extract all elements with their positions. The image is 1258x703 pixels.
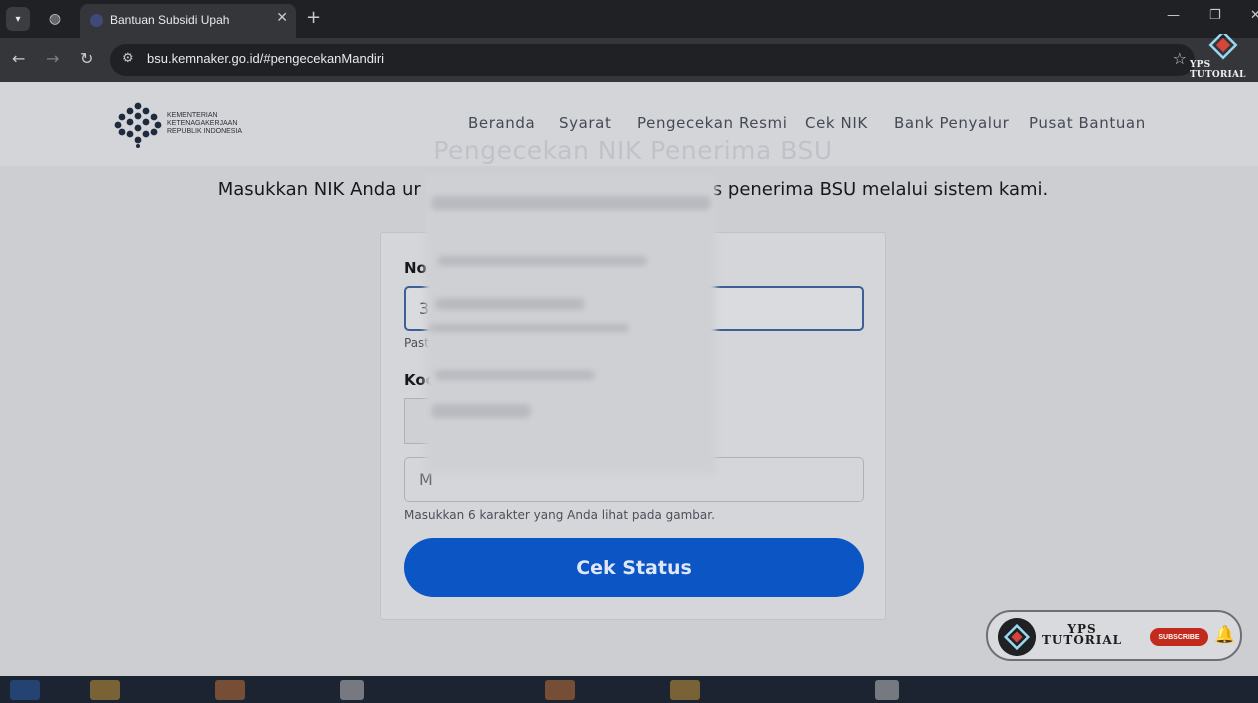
back-button[interactable]: ← — [12, 49, 25, 68]
logo-line-2: KETENAGAKERJAAN — [167, 120, 238, 127]
cek-status-button[interactable]: Cek Status — [404, 538, 864, 597]
taskbar-icon[interactable] — [10, 680, 40, 700]
captcha-hint: Masukkan 6 karakter yang Anda lihat pada… — [404, 508, 715, 522]
nav-beranda[interactable]: Beranda — [468, 114, 535, 132]
page-title: Pengecekan NIK Penerima BSU — [433, 136, 833, 165]
yps-subscribe-badge[interactable]: YPS TUTORIAL SUBSCRIBE 🔔 — [986, 610, 1242, 661]
new-tab-button[interactable]: + — [306, 7, 321, 28]
logo-line-3: REPUBLIK INDONESIA — [167, 128, 243, 135]
nav-cek-nik[interactable]: Cek NIK — [805, 114, 868, 132]
nav-bank-penyalur[interactable]: Bank Penyalur — [894, 114, 1009, 132]
bookmark-star-icon[interactable]: ☆ — [1173, 49, 1187, 68]
nav-syarat[interactable]: Syarat — [559, 114, 611, 132]
nik-label: No — [404, 259, 427, 277]
tab-search-dropdown-button[interactable]: ▾ — [6, 7, 30, 31]
taskbar-icon[interactable] — [545, 680, 575, 700]
address-bar[interactable]: ⚙ bsu.kemnaker.go.id/#pengecekanMandiri … — [110, 44, 1195, 76]
badge-text: YPS TUTORIAL — [1042, 623, 1123, 647]
taskbar — [0, 676, 1258, 703]
browser-titlebar: ▾ ◍ Bantuan Subsidi Upah ✕ + — ❐ ✕ — [0, 0, 1258, 38]
browser-tab[interactable]: Bantuan Subsidi Upah ✕ — [80, 4, 296, 38]
kemnaker-logo-text: KEMENTERIAN KETENAGAKERJAAN REPUBLIK IND… — [167, 112, 242, 136]
subtitle-left: Masukkan NIK Anda ur — [217, 179, 421, 200]
blurred-region — [425, 174, 716, 474]
minimize-button[interactable]: — — [1167, 8, 1180, 23]
yps-logo-icon — [998, 618, 1036, 656]
watermark-text: YPS TUTORIAL — [1190, 60, 1246, 80]
nav-pusat-bantuan[interactable]: Pusat Bantuan — [1029, 114, 1146, 132]
url-text[interactable]: bsu.kemnaker.go.id/#pengecekanMandiri — [147, 51, 384, 66]
taskbar-icon[interactable] — [340, 680, 364, 700]
close-window-button[interactable]: ✕ — [1250, 8, 1258, 23]
restore-button[interactable]: ❐ — [1209, 8, 1221, 23]
badge-line-2: TUTORIAL — [1042, 633, 1123, 647]
taskbar-icon[interactable] — [90, 680, 120, 700]
taskbar-icon[interactable] — [215, 680, 245, 700]
forward-button[interactable]: → — [46, 49, 59, 68]
tab-favicon-icon — [90, 14, 103, 27]
address-toolbar: ← → ↻ ⚙ bsu.kemnaker.go.id/#pengecekanMa… — [0, 38, 1258, 82]
site-info-icon[interactable]: ⚙ — [122, 51, 134, 66]
web-page: KEMENTERIAN KETENAGAKERJAAN REPUBLIK IND… — [0, 82, 1258, 676]
nav-pengecekan-resmi[interactable]: Pengecekan Resmi — [637, 114, 788, 132]
subscribe-button[interactable]: SUBSCRIBE — [1150, 628, 1208, 646]
bell-icon[interactable]: 🔔 — [1214, 625, 1235, 645]
close-icon[interactable]: ✕ — [276, 10, 288, 26]
globe-icon[interactable]: ◍ — [46, 10, 64, 28]
reload-button[interactable]: ↻ — [80, 49, 93, 68]
logo-line-1: KEMENTERIAN — [167, 112, 218, 119]
subtitle-right: s penerima BSU melalui sistem kami. — [712, 179, 1049, 200]
taskbar-icon[interactable] — [670, 680, 700, 700]
tab-title: Bantuan Subsidi Upah — [110, 13, 230, 27]
taskbar-icon[interactable] — [875, 680, 899, 700]
